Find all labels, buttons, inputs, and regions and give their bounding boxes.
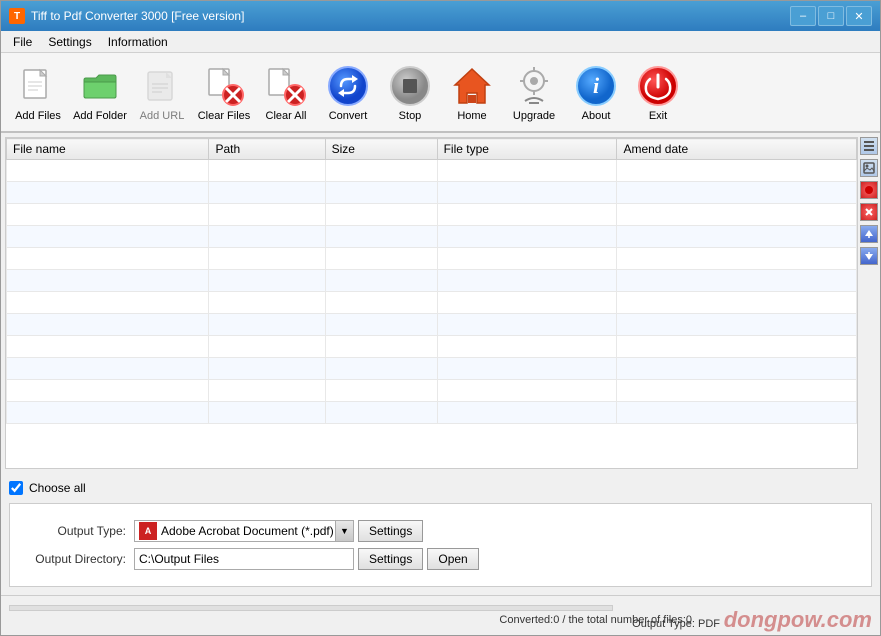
sidebar-actions: [858, 133, 880, 473]
output-type-label: Output Type:: [26, 524, 126, 538]
output-dir-label: Output Directory:: [26, 552, 126, 566]
output-type-value: Adobe Acrobat Document (*.pdf): [161, 524, 335, 538]
close-button[interactable]: ✕: [846, 6, 872, 26]
clear-files-icon: [203, 65, 245, 107]
col-amenddate: Amend date: [617, 139, 857, 160]
add-url-button: Add URL: [133, 57, 191, 127]
add-url-icon: [141, 65, 183, 107]
home-button[interactable]: Home: [443, 57, 501, 127]
settings-panel: Output Type: A Adobe Acrobat Document (*…: [9, 503, 872, 587]
table-row: [7, 248, 857, 270]
col-filetype: File type: [437, 139, 617, 160]
clear-all-label: Clear All: [266, 110, 307, 122]
maximize-button[interactable]: □: [818, 6, 844, 26]
table-row: [7, 292, 857, 314]
add-files-button[interactable]: Add Files: [9, 57, 67, 127]
toolbar: Add Files Add Folder: [1, 53, 880, 133]
home-label: Home: [457, 110, 486, 122]
progress-bar: [9, 605, 613, 611]
convert-icon: [327, 65, 369, 107]
about-icon: i: [575, 65, 617, 107]
file-table: File name Path Size File type Amend date: [6, 138, 857, 424]
open-button[interactable]: Open: [427, 548, 478, 570]
image-view-button[interactable]: [860, 159, 878, 177]
col-path: Path: [209, 139, 325, 160]
add-url-label: Add URL: [140, 110, 185, 122]
file-table-wrapper[interactable]: File name Path Size File type Amend date: [5, 137, 858, 469]
upgrade-button[interactable]: Upgrade: [505, 57, 563, 127]
exit-button[interactable]: Exit: [629, 57, 687, 127]
add-folder-icon: [79, 65, 121, 107]
choose-all-label: Choose all: [29, 481, 86, 495]
upgrade-icon: [513, 65, 555, 107]
main-window: T Tiff to Pdf Converter 3000 [Free versi…: [0, 0, 881, 636]
col-size: Size: [325, 139, 437, 160]
output-dir-input[interactable]: [134, 548, 354, 570]
convert-button[interactable]: Convert: [319, 57, 377, 127]
col-filename: File name: [7, 139, 209, 160]
title-bar-left: T Tiff to Pdf Converter 3000 [Free versi…: [9, 8, 244, 24]
add-folder-label: Add Folder: [73, 110, 127, 122]
stop-button[interactable]: Stop: [381, 57, 439, 127]
move-up-button[interactable]: [860, 225, 878, 243]
add-folder-button[interactable]: Add Folder: [71, 57, 129, 127]
table-row: [7, 402, 857, 424]
window-controls: – □ ✕: [790, 6, 872, 26]
remove-button[interactable]: [860, 181, 878, 199]
menu-information[interactable]: Information: [100, 33, 176, 51]
dir-settings-button[interactable]: Settings: [358, 548, 423, 570]
dropdown-arrow-icon[interactable]: ▼: [335, 521, 353, 541]
output-type-select[interactable]: A Adobe Acrobat Document (*.pdf) ▼: [134, 520, 354, 542]
table-row: [7, 182, 857, 204]
output-dir-row: Output Directory: Settings Open: [26, 548, 855, 570]
main-content: File name Path Size File type Amend date: [1, 133, 880, 635]
menu-bar: File Settings Information: [1, 31, 880, 53]
table-row: [7, 160, 857, 182]
clear-all-icon: [265, 65, 307, 107]
output-settings-button[interactable]: Settings: [358, 520, 423, 542]
title-bar: T Tiff to Pdf Converter 3000 [Free versi…: [1, 1, 880, 31]
home-icon: [451, 65, 493, 107]
clear-files-label: Clear Files: [198, 110, 251, 122]
add-files-label: Add Files: [15, 110, 61, 122]
app-icon: T: [9, 8, 25, 24]
stop-icon: [389, 65, 431, 107]
table-row: [7, 270, 857, 292]
menu-settings[interactable]: Settings: [40, 33, 99, 51]
upgrade-label: Upgrade: [513, 110, 555, 122]
list-view-button[interactable]: [860, 137, 878, 155]
choose-all-row: Choose all: [9, 477, 872, 499]
exit-label: Exit: [649, 110, 667, 122]
output-type-row: Output Type: A Adobe Acrobat Document (*…: [26, 520, 855, 542]
table-row: [7, 226, 857, 248]
output-type-select-wrapper: A Adobe Acrobat Document (*.pdf) ▼ Setti…: [134, 520, 423, 542]
about-button[interactable]: i About: [567, 57, 625, 127]
status-output-type: Output Type: PDF: [632, 618, 720, 630]
exit-icon: [637, 65, 679, 107]
minimize-button[interactable]: –: [790, 6, 816, 26]
watermark: dongpow.com: [716, 605, 880, 635]
delete-button[interactable]: [860, 203, 878, 221]
svg-text:i: i: [593, 73, 600, 98]
bottom-area: Choose all Output Type: A Adobe Acrobat …: [1, 473, 880, 595]
add-files-icon: [17, 65, 59, 107]
convert-label: Convert: [329, 110, 368, 122]
about-label: About: [582, 110, 611, 122]
clear-files-button[interactable]: Clear Files: [195, 57, 253, 127]
table-row: [7, 314, 857, 336]
stop-label: Stop: [399, 110, 422, 122]
clear-all-button[interactable]: Clear All: [257, 57, 315, 127]
window-title: Tiff to Pdf Converter 3000 [Free version…: [31, 9, 244, 23]
file-table-container: File name Path Size File type Amend date: [1, 133, 880, 473]
move-down-button[interactable]: [860, 247, 878, 265]
table-row: [7, 380, 857, 402]
table-row: [7, 336, 857, 358]
menu-file[interactable]: File: [5, 33, 40, 51]
choose-all-checkbox[interactable]: [9, 481, 23, 495]
pdf-icon: A: [139, 522, 157, 540]
table-row: [7, 204, 857, 226]
status-bar: Converted:0 / the total number of files:…: [1, 595, 880, 635]
table-row: [7, 358, 857, 380]
